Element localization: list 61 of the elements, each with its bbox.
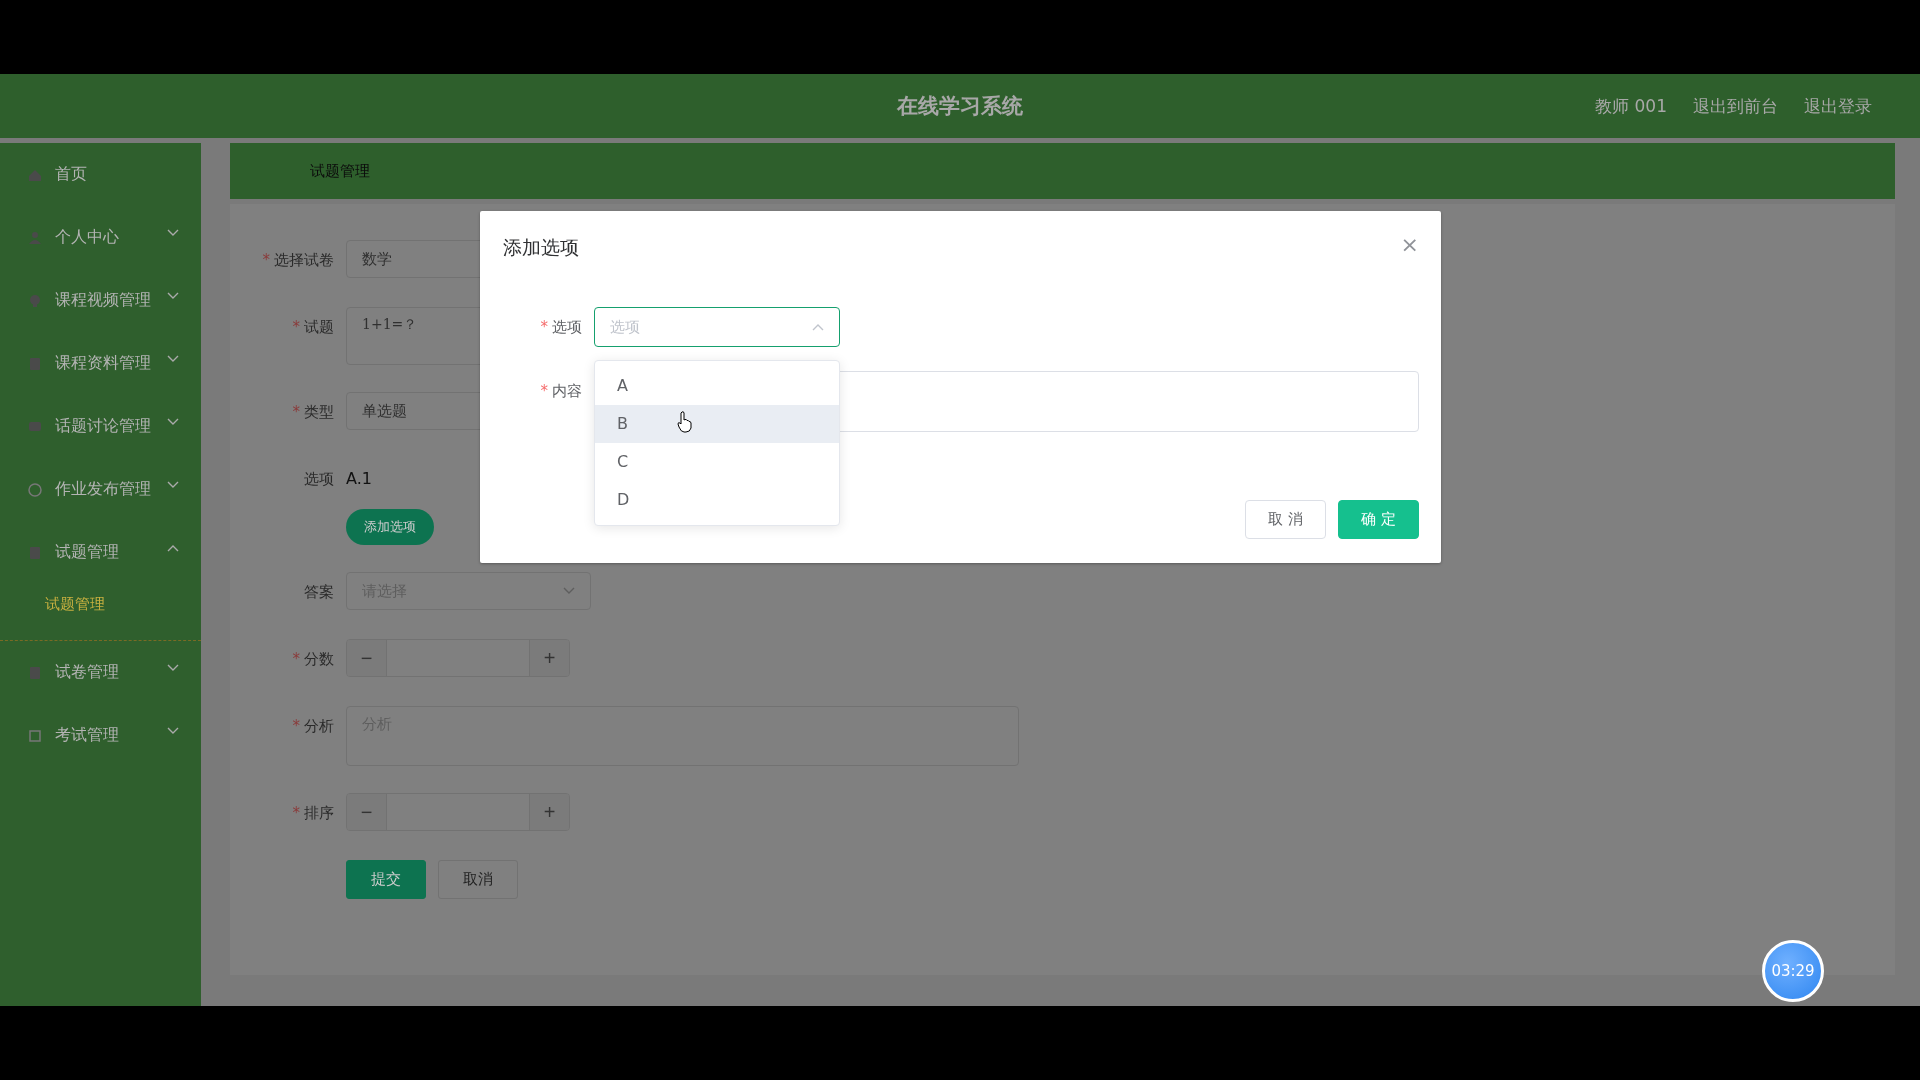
sidebar-item[interactable]: 话题讨论管理 [0,395,201,458]
menu-item-icon [28,419,42,434]
option-text: A.1 [346,468,373,490]
sidebar-item[interactable]: 试题管理 [0,521,201,584]
chevron-icon [167,480,179,489]
menu-item-icon [28,293,42,308]
increment-button[interactable]: + [529,640,569,676]
hand-cursor-icon [677,411,693,433]
chevron-icon [812,323,824,331]
dropdown-option[interactable]: C [595,443,839,481]
sidebar-item[interactable]: 个人中心 [0,206,201,269]
dropdown-option[interactable]: A [595,367,839,405]
number-field[interactable]: − + [346,639,570,677]
add-option-button[interactable]: 添加选项 [346,509,434,545]
menu-item-icon [28,482,42,497]
field-label: 选项 [303,469,335,490]
field-label: * 选择试卷 [261,250,335,271]
chevron-icon [167,726,179,735]
sidebar-item[interactable]: 考试管理 [0,704,201,767]
field-label: * 试题 [291,317,335,338]
submit-button[interactable]: 提交 [346,860,426,899]
app-title: 在线学习系统 [897,94,1023,118]
field-label: * 选项 [539,317,583,338]
sidebar-item[interactable]: 试卷管理 [0,641,201,704]
cancel-button[interactable]: 取消 [438,860,518,899]
sidebar-item[interactable]: 课程视频管理 [0,269,201,332]
increment-button[interactable]: + [529,794,569,830]
field-label: * 排序 [291,803,335,824]
decrement-button[interactable]: − [347,794,387,830]
menu-item-icon [28,545,42,560]
chevron-icon [167,417,179,426]
chevron-icon [167,354,179,363]
menu-item-icon [28,167,42,182]
submenu-item[interactable]: 试题管理 [0,584,201,640]
menu-item-icon [28,665,42,680]
user-name: 教师 001 [1595,94,1667,118]
chevron-icon [167,663,179,672]
header-link[interactable]: 退出到前台 [1693,94,1778,118]
field-label: * 分数 [291,649,335,670]
breadcrumb-text: 试题管理 [310,161,370,181]
cancel-button[interactable]: 取 消 [1245,500,1327,539]
sidebar-item[interactable]: 作业发布管理 [0,458,201,521]
chevron-icon [167,228,179,237]
chevron-icon [167,543,179,552]
number-field[interactable]: − + [346,793,570,831]
confirm-button[interactable]: 确 定 [1338,500,1419,539]
menu-item-icon [28,728,42,743]
menu-item-icon [28,356,42,371]
field-label: 答案 [303,582,335,603]
decrement-button[interactable]: − [347,640,387,676]
close-button[interactable]: × [1400,229,1419,261]
menu-item-icon [28,230,42,245]
chevron-icon [563,587,575,595]
sidebar-item[interactable]: 课程资料管理 [0,332,201,395]
sidebar-item[interactable]: 首页 [0,143,201,206]
header-link[interactable]: 退出登录 [1804,94,1872,118]
chevron-icon [167,291,179,300]
dropdown-option[interactable]: D [595,481,839,519]
field-label: * 类型 [291,402,335,423]
field-label: * 分析 [291,716,335,737]
dropdown-option[interactable]: B [595,405,839,443]
